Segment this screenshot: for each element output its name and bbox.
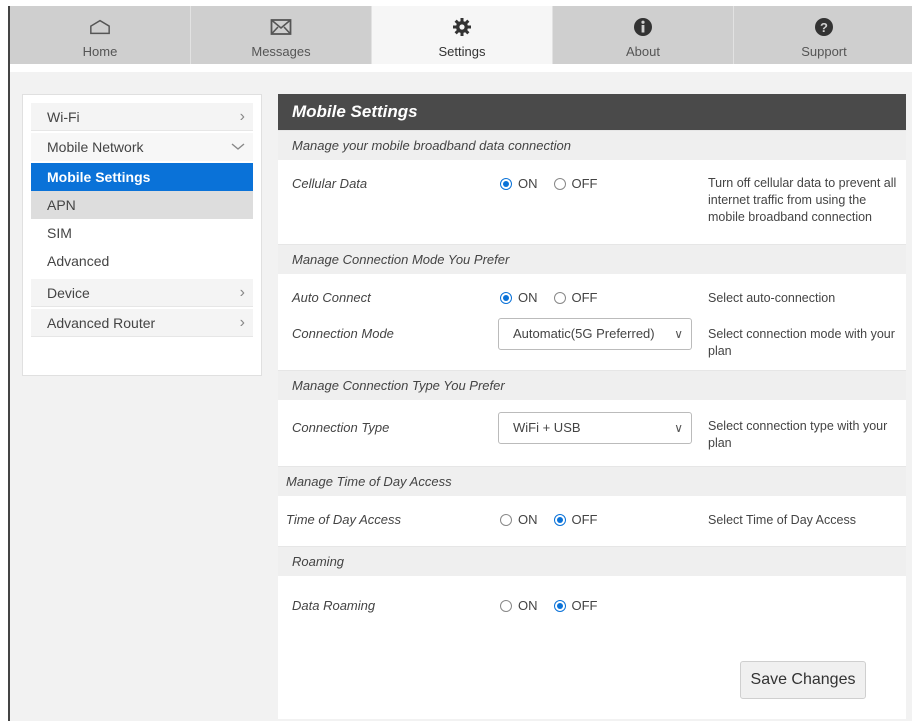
data-roaming-off-label: OFF (571, 598, 598, 613)
chevron-right-icon: › (239, 314, 245, 331)
connection-mode-rows: Auto Connect ON OFF Select auto-connecti… (278, 274, 906, 370)
sidebar-item-label: Mobile Network (47, 139, 144, 155)
sidebar-item-advanced[interactable]: Advanced (31, 247, 253, 275)
section-data-connection: Manage your mobile broadband data connec… (278, 130, 906, 160)
help-icon: ? (813, 16, 835, 38)
connection-type-select[interactable]: WiFi + USB ∨ (498, 412, 692, 444)
tab-home-label: Home (82, 44, 118, 59)
sidebar-item-label: Wi-Fi (47, 109, 80, 125)
tab-messages-label: Messages (251, 44, 311, 59)
connection-mode-select[interactable]: Automatic(5G Preferred) ∨ (498, 318, 692, 350)
tab-support-label: Support (801, 44, 847, 59)
chevron-down-icon: ∨ (670, 413, 683, 443)
data-roaming-label: Data Roaming (292, 598, 376, 613)
sidebar-item-device[interactable]: Device › (31, 279, 253, 307)
time-of-day-row: Time of Day Access ON OFF Select Time of… (278, 496, 906, 546)
auto-connect-radio-group: ON OFF (500, 290, 608, 305)
data-roaming-on-label: ON (518, 598, 538, 613)
page-title: Mobile Settings (278, 94, 906, 130)
connection-type-label: Connection Type (292, 420, 390, 435)
chevron-down-icon (231, 133, 245, 162)
sidebar-item-advanced-router[interactable]: Advanced Router › (31, 309, 253, 337)
tab-about[interactable]: About (553, 6, 734, 64)
tab-support[interactable]: ? Support (734, 6, 912, 64)
connection-type-row: Connection Type WiFi + USB ∨ Select conn… (278, 400, 906, 466)
cellular-off-label: OFF (571, 176, 598, 191)
data-roaming-off-radio[interactable] (553, 599, 566, 612)
cellular-off-radio[interactable] (553, 177, 566, 190)
time-of-day-on-label: ON (518, 512, 538, 527)
sidebar: Wi-Fi › Mobile Network Mobile Settings A… (22, 94, 262, 376)
time-of-day-off-radio[interactable] (553, 513, 566, 526)
connection-mode-description: Select connection mode with your plan (708, 327, 895, 358)
chevron-right-icon: › (239, 108, 245, 125)
auto-connect-description: Select auto-connection (708, 291, 836, 305)
auto-connect-off-label: OFF (571, 290, 598, 305)
envelope-icon (270, 16, 292, 38)
info-icon (632, 16, 654, 38)
auto-connect-on-label: ON (518, 290, 538, 305)
section-roaming: Roaming (278, 546, 906, 576)
chevron-right-icon: › (239, 284, 245, 301)
section-time-of-day: Manage Time of Day Access (278, 466, 906, 496)
tab-settings[interactable]: Settings (372, 6, 553, 64)
top-nav: Home Messages Settings About ? Support (10, 6, 912, 72)
cellular-data-description: Turn off cellular data to prevent all in… (708, 176, 897, 224)
cellular-on-label: ON (518, 176, 538, 191)
gear-icon (451, 16, 473, 38)
sidebar-item-mobile-network[interactable]: Mobile Network (31, 133, 253, 161)
tab-settings-label: Settings (438, 44, 486, 59)
connection-type-value: WiFi + USB (513, 420, 581, 435)
connection-type-description: Select connection type with your plan (708, 419, 888, 450)
auto-connect-off-radio[interactable] (553, 291, 566, 304)
chevron-down-icon: ∨ (670, 319, 683, 349)
section-connection-type: Manage Connection Type You Prefer (278, 370, 906, 400)
cellular-data-radio-group: ON OFF (500, 176, 608, 191)
time-of-day-radio-group: ON OFF (500, 512, 608, 527)
sidebar-item-mobile-settings[interactable]: Mobile Settings (31, 163, 253, 191)
time-of-day-description: Select Time of Day Access (708, 513, 856, 527)
sidebar-item-label: Device (47, 285, 90, 301)
cellular-on-radio[interactable] (500, 177, 512, 190)
save-changes-button[interactable]: Save Changes (740, 661, 866, 699)
cellular-data-label: Cellular Data (292, 176, 368, 191)
sidebar-item-wifi[interactable]: Wi-Fi › (31, 103, 253, 131)
time-of-day-label: Time of Day Access (286, 512, 401, 527)
data-roaming-row: Data Roaming ON OFF (278, 576, 906, 636)
mobile-settings-panel: Mobile Settings Manage your mobile broad… (278, 94, 906, 719)
app-frame: Home Messages Settings About ? Support W… (8, 6, 912, 721)
data-roaming-radio-group: ON OFF (500, 598, 608, 613)
sidebar-item-apn[interactable]: APN (31, 191, 253, 219)
auto-connect-on-radio[interactable] (500, 291, 512, 304)
connection-mode-label: Connection Mode (292, 326, 394, 341)
home-icon (89, 16, 111, 38)
section-connection-mode: Manage Connection Mode You Prefer (278, 244, 906, 274)
svg-text:?: ? (820, 20, 828, 35)
connection-mode-value: Automatic(5G Preferred) (513, 326, 655, 341)
data-roaming-on-radio[interactable] (500, 599, 512, 612)
sidebar-item-label: Advanced Router (47, 315, 156, 331)
tab-home[interactable]: Home (10, 6, 191, 64)
tab-about-label: About (626, 44, 660, 59)
cellular-data-row: Cellular Data ON OFF Turn off cellular d… (278, 160, 906, 244)
time-of-day-on-radio[interactable] (500, 513, 512, 526)
time-of-day-off-label: OFF (571, 512, 598, 527)
sidebar-item-sim[interactable]: SIM (31, 219, 253, 247)
tab-messages[interactable]: Messages (191, 6, 372, 64)
auto-connect-label: Auto Connect (292, 290, 371, 305)
